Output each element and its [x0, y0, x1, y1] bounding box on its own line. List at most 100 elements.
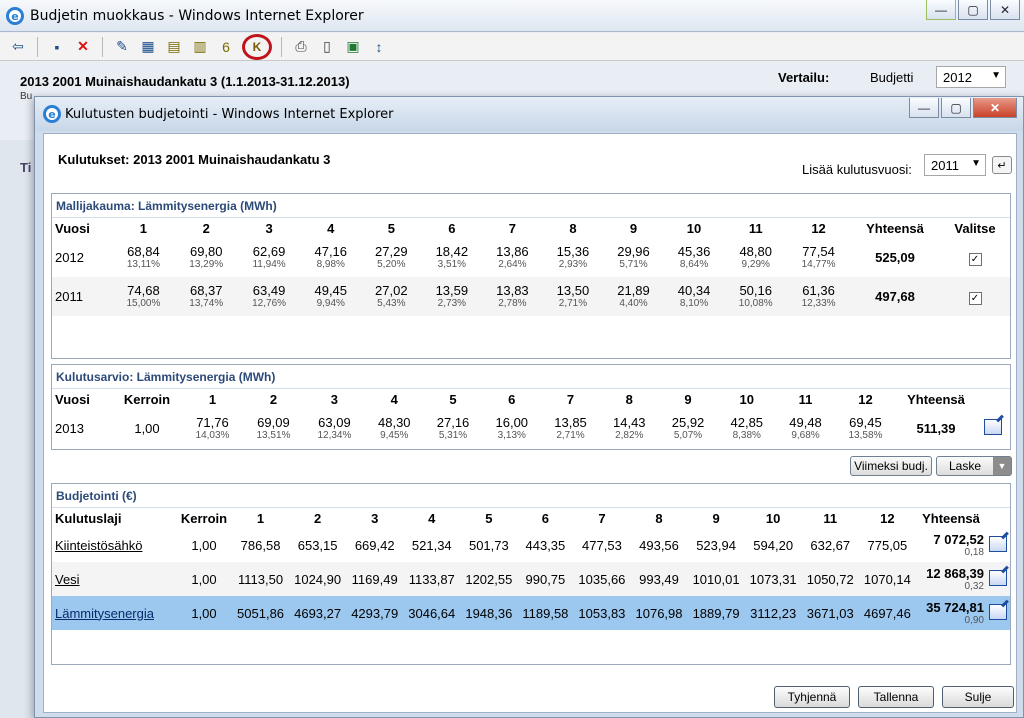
month-cell: 13,83 2,78%: [482, 277, 543, 316]
month-percent: 2,93%: [558, 259, 588, 270]
column-header: 3: [265, 220, 273, 236]
month-cell: 1889,79: [692, 605, 740, 621]
month-value: 47,16: [314, 244, 348, 259]
viimeksi-budj-button[interactable]: Viimeksi budj.: [850, 456, 932, 476]
column-header: 4: [390, 391, 398, 407]
maximize-button[interactable]: ▢: [958, 0, 988, 20]
edit-icon[interactable]: [989, 569, 1007, 586]
calc-add-icon[interactable]: ▥: [190, 37, 210, 57]
month-cell: 48,80 9,29%: [724, 238, 787, 277]
modal-minimize-button[interactable]: —: [909, 98, 939, 118]
back-arrow-icon[interactable]: ⇦: [8, 37, 28, 57]
month-value: 48,80: [739, 244, 772, 259]
column-header: 11: [823, 510, 838, 526]
calc-icon[interactable]: ▤: [164, 37, 184, 57]
calc-6-icon[interactable]: 6: [216, 37, 236, 57]
ie-logo-icon: e: [43, 105, 61, 123]
select-checkbox[interactable]: ✓: [968, 291, 982, 305]
month-value: 48,30: [378, 414, 411, 430]
month-percent: 2,71%: [558, 298, 588, 309]
month-cell: 69,09 13,51%: [243, 409, 304, 447]
chevron-down-icon: ▼: [971, 158, 981, 169]
month-cell: 13,85 2,71%: [541, 409, 600, 447]
month-value: 45,36: [677, 244, 711, 259]
column-header: Kerroin: [180, 510, 228, 526]
month-cell: 5051,86: [237, 605, 285, 621]
add-year-button[interactable]: ↵: [992, 156, 1012, 174]
month-value: 13,59: [435, 283, 469, 298]
tallenna-button[interactable]: Tallenna: [858, 686, 934, 708]
month-cell: 16,00 3,13%: [482, 409, 541, 447]
edit-cell: [986, 596, 1010, 630]
edit-icon[interactable]: [989, 603, 1007, 620]
column-header: 1: [208, 391, 217, 407]
table-row-selected[interactable]: Lämmitysenergia 1,00 5051,86 4693,27 429…: [52, 596, 1010, 630]
month-cell: 29,96 5,71%: [603, 238, 664, 277]
month-percent: 2,73%: [437, 298, 467, 309]
month-cell: 775,05: [867, 537, 908, 553]
month-value: 25,92: [671, 414, 705, 430]
month-cell: 49,45 9,94%: [300, 277, 361, 316]
month-cell: 47,16 8,98%: [300, 238, 361, 277]
month-cell: 77,54 14,77%: [787, 238, 850, 277]
month-value: 62,69: [252, 244, 286, 259]
column-header: Vuosi: [55, 391, 90, 407]
kerroin-cell: 1,00: [191, 605, 217, 621]
lisaa-year-select[interactable]: 2011 ▼: [924, 154, 986, 176]
month-cell: 68,84 13,11%: [112, 238, 175, 277]
edit-icon[interactable]: [984, 418, 1002, 435]
month-cell: 786,58: [240, 537, 281, 553]
month-value: 71,76: [196, 414, 229, 430]
minimize-button[interactable]: —: [926, 0, 956, 20]
modal-close-button[interactable]: ✕: [973, 98, 1017, 118]
column-header: 10: [765, 510, 781, 526]
print-icon[interactable]: ⎙: [291, 37, 311, 57]
month-value: 13,85: [554, 414, 587, 430]
close-button[interactable]: ✕: [990, 0, 1020, 20]
kulutuslaji-link[interactable]: Lämmitysenergia: [55, 606, 154, 621]
month-value: 27,16: [436, 414, 470, 430]
save-icon[interactable]: ▪: [47, 37, 67, 57]
tyhjenna-button[interactable]: Tyhjennä: [774, 686, 850, 708]
calc-circled-icon[interactable]: K: [242, 33, 272, 60]
modal-maximize-button[interactable]: ▢: [941, 98, 971, 118]
kulutuslaji-link[interactable]: Vesi: [55, 572, 80, 587]
column-header: 2: [202, 220, 210, 236]
delete-icon[interactable]: ✕: [73, 37, 93, 57]
edit-icon[interactable]: [989, 535, 1007, 552]
edit-cell: [976, 409, 1010, 447]
edit-cell: [986, 528, 1010, 562]
mallijakauma-panel: Mallijakauma: Lämmitysenergia (MWh) Vuos…: [51, 193, 1011, 359]
mallijakauma-table: Vuosi 1 2 3 4 5 6 7 8 9 10 11 12 Yhteens…: [52, 218, 1010, 316]
month-cell: 1948,36: [465, 605, 513, 621]
month-percent: 8,64%: [679, 259, 709, 270]
sulje-button[interactable]: Sulje: [942, 686, 1014, 708]
column-header: 4: [428, 510, 436, 526]
kulutuslaji-cell: Lämmitysenergia: [52, 596, 176, 630]
kerroin-cell: 1,00: [191, 571, 217, 587]
month-percent: 8,10%: [679, 298, 709, 309]
month-cell: 3671,03: [806, 605, 854, 621]
edit-form-icon[interactable]: ✎: [112, 37, 132, 57]
month-value: 21,89: [617, 283, 650, 298]
expand-vertical-icon[interactable]: ↕: [369, 37, 389, 57]
column-header: 8: [655, 510, 663, 526]
month-percent: 12,34%: [317, 429, 352, 441]
select-checkbox[interactable]: ✓: [968, 252, 982, 266]
laske-button[interactable]: Laske ▼: [936, 456, 1012, 476]
month-cell: 1050,72: [806, 571, 854, 587]
month-value: 63,09: [318, 414, 351, 430]
document-icon[interactable]: ▯: [317, 37, 337, 57]
table-row: Vesi 1,00 1113,50 1024,90 1169,49 1133,8…: [52, 562, 1010, 596]
grid-icon[interactable]: ▦: [138, 37, 158, 57]
kulutuslaji-link[interactable]: Kiinteistösähkö: [55, 538, 142, 553]
month-value: 27,29: [375, 244, 408, 259]
chevron-down-icon: ▼: [991, 70, 1001, 81]
vertailu-year-select[interactable]: 2012 ▼: [936, 66, 1006, 88]
month-value: 69,45: [849, 414, 882, 430]
month-cell: 45,36 8,64%: [664, 238, 725, 277]
vertailu-year-value: 2012: [943, 69, 972, 85]
month-percent: 3,13%: [497, 429, 526, 441]
month-value: 63,49: [252, 283, 286, 298]
excel-icon[interactable]: ▣: [343, 37, 363, 57]
